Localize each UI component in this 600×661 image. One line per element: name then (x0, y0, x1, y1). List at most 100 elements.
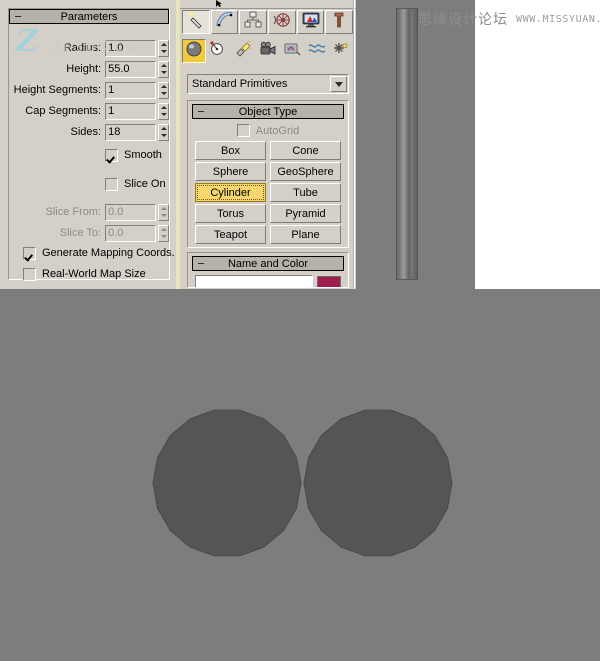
param-input: 0.0 (105, 224, 157, 242)
display-tab[interactable] (296, 10, 325, 34)
param-spinner[interactable] (158, 60, 169, 78)
object-color-swatch[interactable] (317, 276, 341, 287)
checkbox[interactable] (23, 267, 36, 281)
object-type-button-torus[interactable]: Torus (195, 204, 266, 223)
object-type-button-cone[interactable]: Cone (270, 141, 341, 160)
mouse-cursor-icon (215, 0, 224, 7)
param-input[interactable]: 1 (105, 81, 157, 99)
param-row: Sides: 18 (9, 123, 169, 141)
command-panel-topline (180, 0, 356, 9)
param-row: Slice From: 0.0 (9, 203, 169, 221)
autogrid-checkbox[interactable] (236, 124, 250, 137)
collapse-icon[interactable]: – (198, 258, 204, 269)
param-spinner[interactable] (158, 81, 169, 99)
parameters-panel: – Parameters Radius: 1.0 Height: 55.0 Height… (0, 0, 178, 289)
name-and-color-inner: – Name and Color (188, 253, 348, 287)
checkbox-row[interactable]: Real-World Map Size (23, 266, 146, 282)
hierarchy-icon (244, 11, 262, 34)
param-spinner[interactable] (158, 39, 169, 57)
param-input[interactable]: 55.0 (105, 60, 157, 78)
systems-category[interactable] (329, 39, 353, 63)
object-category-strip (182, 38, 354, 64)
shapes-icon (209, 40, 227, 63)
create-tab[interactable] (182, 10, 210, 34)
curve-icon (215, 11, 234, 34)
viewport-geometry (152, 409, 453, 557)
param-input[interactable]: 1.0 (105, 39, 157, 57)
object-type-rollout-header[interactable]: – Object Type (192, 104, 344, 119)
autogrid-label: AutoGrid (255, 124, 300, 137)
param-row: Slice To: 0.0 (9, 224, 169, 242)
name-and-color-rollout-title: Name and Color (227, 257, 309, 270)
param-label: Slice To: (59, 227, 102, 239)
param-label: Radius: (63, 42, 102, 54)
collapse-icon[interactable]: – (15, 11, 21, 22)
object-type-button-teapot[interactable]: Teapot (195, 225, 266, 244)
app-window: 思缘设计论坛 WWW.MISSYUAN.COM – Parameters Rad… (0, 0, 600, 661)
param-spinner[interactable] (158, 123, 169, 141)
parameters-frame: – Parameters Radius: 1.0 Height: 55.0 Height… (8, 8, 175, 282)
hammer-icon (330, 11, 348, 34)
param-input: 0.0 (105, 203, 157, 221)
systems-icon (332, 40, 350, 63)
modify-tab[interactable] (210, 10, 239, 34)
object-type-button-plane[interactable]: Plane (270, 225, 341, 244)
display-monitor-icon (302, 11, 320, 34)
checkbox-row[interactable]: Generate Mapping Coords. (23, 245, 175, 261)
chevron-down-icon[interactable] (330, 76, 347, 92)
primitive-category-dropdown[interactable]: Standard Primitives (187, 74, 349, 94)
viewport-top-view[interactable] (0, 289, 600, 661)
parameters-rollout-header[interactable]: – Parameters (9, 9, 169, 24)
camera-icon (259, 40, 277, 63)
param-row: Height Segments: 1 (9, 81, 169, 99)
viewport-front-view[interactable] (355, 0, 475, 289)
param-spinner (158, 224, 169, 242)
param-label: Height: (66, 63, 102, 75)
object-type-button-grid: Box Cone Sphere GeoSphere Cylinder Tube Torus P… (192, 141, 344, 244)
parameters-rollout-title: Parameters (60, 10, 118, 23)
param-label: Height Segments: (13, 84, 102, 96)
cameras-category[interactable] (256, 39, 280, 63)
hierarchy-tab[interactable] (239, 10, 268, 34)
command-panel-tabs (182, 10, 354, 34)
checkbox[interactable] (105, 177, 118, 191)
object-type-rollout-title: Object Type (238, 105, 298, 118)
collapse-icon[interactable]: – (198, 106, 204, 117)
cylinder-top-left[interactable] (152, 409, 302, 557)
utilities-tab[interactable] (325, 10, 354, 34)
checkbox-label: Generate Mapping Coords. (42, 247, 175, 259)
object-type-rollout: – Object Type AutoGrid Box Cone Sphere GeoS… (187, 100, 349, 248)
cylinder-top-right[interactable] (303, 409, 453, 557)
motion-tab[interactable] (268, 10, 296, 34)
checkbox-label: Real-World Map Size (42, 268, 146, 280)
shapes-category[interactable] (207, 39, 231, 63)
param-row: Height: 55.0 (9, 60, 169, 78)
checkbox-row[interactable]: Slice On (105, 176, 166, 192)
object-type-button-tube[interactable]: Tube (270, 183, 341, 202)
checkbox-row[interactable]: Smooth (105, 147, 162, 163)
object-type-button-sphere[interactable]: Sphere (195, 162, 266, 181)
object-type-button-box[interactable]: Box (195, 141, 266, 160)
param-row: Cap Segments: 1 (9, 102, 169, 120)
motion-wheel-icon (273, 11, 291, 34)
helpers-category[interactable] (280, 39, 304, 63)
name-and-color-rollout-header[interactable]: – Name and Color (192, 256, 344, 271)
object-type-button-cylinder[interactable]: Cylinder (195, 183, 266, 202)
object-type-inner: – Object Type AutoGrid Box Cone Sphere GeoS… (188, 101, 348, 244)
lights-category[interactable] (231, 39, 255, 63)
command-panel: Standard Primitives – Object Type AutoGr… (180, 0, 356, 289)
spacewarps-category[interactable] (305, 39, 329, 63)
object-type-button-geosphere[interactable]: GeoSphere (270, 162, 341, 181)
object-type-button-pyramid[interactable]: Pyramid (270, 204, 341, 223)
param-input[interactable]: 18 (105, 123, 157, 141)
sphere-icon (185, 40, 203, 63)
checkbox[interactable] (23, 246, 36, 260)
param-input[interactable]: 1 (105, 102, 157, 120)
checkbox[interactable] (105, 148, 118, 162)
autogrid-row[interactable]: AutoGrid (192, 122, 344, 139)
name-and-color-row (192, 271, 344, 287)
param-spinner[interactable] (158, 102, 169, 120)
geometry-category[interactable] (182, 39, 206, 63)
wave-icon (308, 40, 326, 63)
object-name-input[interactable] (195, 275, 313, 287)
